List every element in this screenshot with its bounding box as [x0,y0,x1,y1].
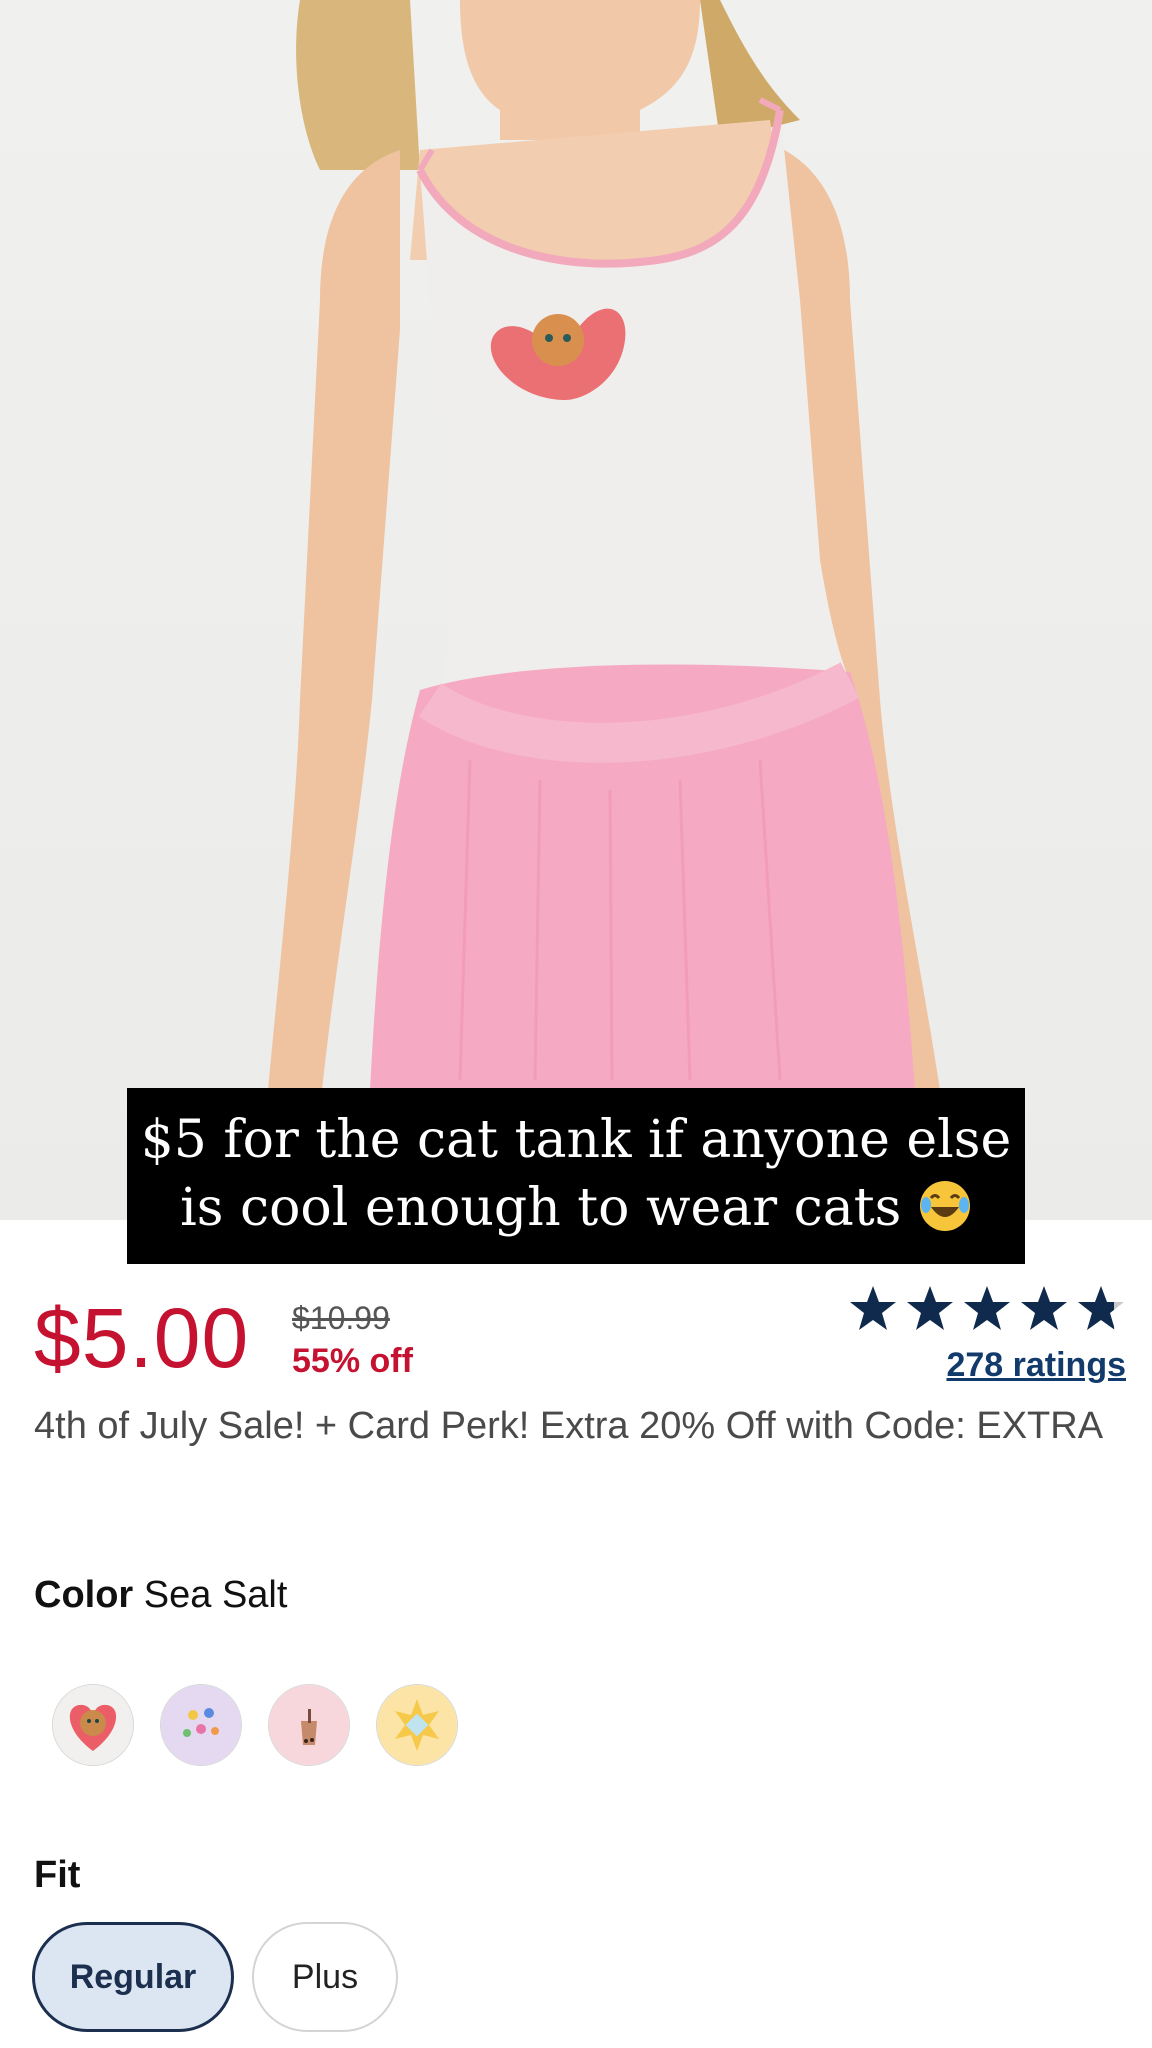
discount-label: 55% off [292,1342,413,1380]
product-image[interactable] [0,0,1152,1220]
caption-line-2-text: is cool enough to wear cats [180,1178,902,1238]
star-icon [1021,1286,1067,1330]
original-price: $10.99 [292,1300,390,1336]
caption-line-2: is cool enough to wear cats [127,1174,1025,1242]
star-icon [907,1286,953,1330]
swatch-yellow[interactable] [376,1684,458,1766]
fit-label: Fit [34,1854,81,1896]
star-rating[interactable] [848,1284,1126,1334]
fit-option-regular[interactable]: Regular [32,1922,234,2032]
current-price: $5.00 [34,1291,250,1385]
color-selector-label: Color Sea Salt [34,1574,287,1617]
cat-heart-icon [53,1685,133,1765]
star-partial-icon [1078,1286,1114,1330]
ratings-link[interactable]: 278 ratings [946,1346,1126,1385]
selected-color: Sea Salt [143,1574,288,1616]
model-illustration [268,0,940,1090]
swatch-lavender[interactable] [160,1684,242,1766]
laughing-emoji-icon [919,1181,970,1231]
flowers-icon [161,1685,241,1765]
fit-option-plus[interactable]: Plus [252,1922,398,2032]
star-icon [964,1286,1010,1330]
caption-line-1: $5 for the cat tank if anyone else [140,1110,1012,1170]
caption-overlay: $5 for the cat tank if anyone else is co… [127,1088,1025,1264]
swatch-pink[interactable] [268,1684,350,1766]
promo-text: 4th of July Sale! + Card Perk! Extra 20%… [34,1405,1104,1447]
boba-icon [269,1685,349,1765]
star-icon [850,1286,896,1330]
swatch-sea-salt[interactable] [52,1684,134,1766]
color-label: Color [34,1574,134,1616]
sun-icon [377,1685,457,1765]
